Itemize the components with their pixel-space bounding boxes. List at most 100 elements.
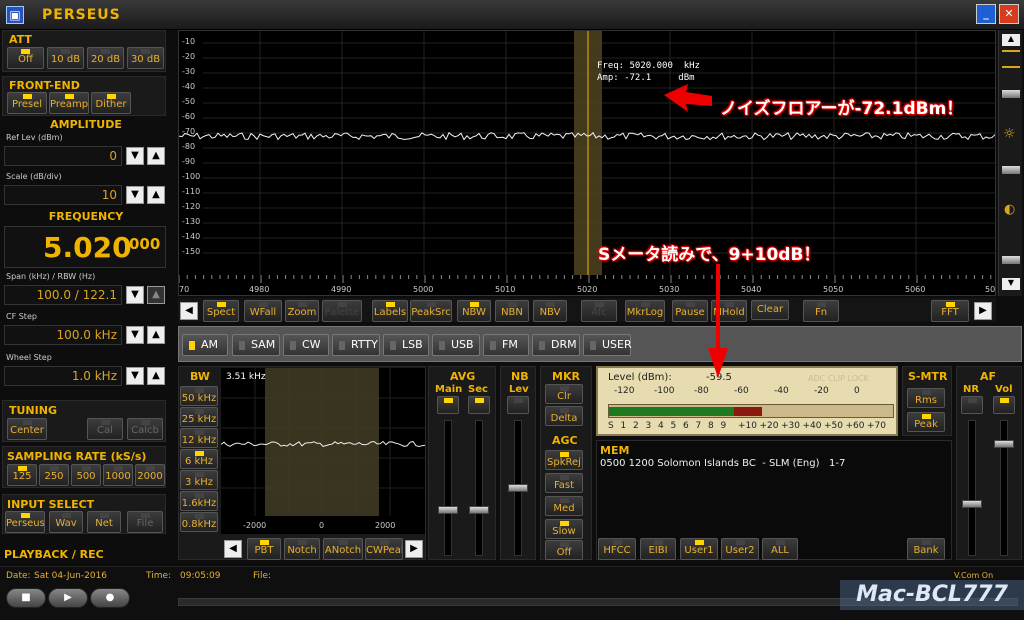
mode-user-button[interactable]: USER: [583, 334, 632, 356]
wfall-button[interactable]: WFall: [244, 300, 282, 322]
sr-500-button[interactable]: 500: [71, 464, 101, 486]
cal-button[interactable]: Cal: [87, 418, 123, 440]
bw-left-button[interactable]: ◀: [224, 540, 242, 558]
close-button[interactable]: ✕: [999, 4, 1019, 24]
ref-level-field[interactable]: 0: [4, 146, 122, 166]
span-down-button[interactable]: ▼: [126, 286, 144, 304]
input-wav-button[interactable]: Wav: [49, 511, 83, 533]
mode-usb-button[interactable]: USB: [432, 334, 480, 356]
vol-slider[interactable]: [994, 440, 1014, 448]
att-10db-button[interactable]: 10 dB: [47, 47, 84, 69]
mode-drm-button[interactable]: DRM: [532, 334, 580, 356]
bw-right-button[interactable]: ▶: [405, 540, 423, 558]
mode-sam-button[interactable]: SAM: [232, 334, 280, 356]
mem-entry[interactable]: 0500 1200 Solomon Islands BC - SLM (Eng)…: [600, 458, 845, 469]
frequency-display[interactable]: 5.020 000: [4, 226, 166, 268]
minimize-button[interactable]: _: [976, 4, 996, 24]
agc-slow-button[interactable]: Slow: [545, 519, 583, 539]
att-30db-button[interactable]: 30 dB: [127, 47, 164, 69]
scale-up-button[interactable]: ▲: [147, 186, 165, 204]
afc-button[interactable]: Afc: [581, 300, 617, 322]
contrast-slider-knob[interactable]: [1002, 90, 1020, 98]
bw-25khz-button[interactable]: 25 kHz: [180, 407, 218, 427]
rms-button[interactable]: Rms: [907, 388, 945, 408]
bw-3khz-button[interactable]: 3 kHz: [180, 470, 218, 490]
avg-sec-toggle[interactable]: [468, 396, 490, 414]
sr-125-button[interactable]: 125: [7, 464, 37, 486]
bw-1-6khz-button[interactable]: 1.6kHz: [180, 491, 218, 511]
eibi-button[interactable]: EIBI: [640, 538, 676, 560]
bw-12khz-button[interactable]: 12 kHz: [180, 428, 218, 448]
center-button[interactable]: Center: [7, 418, 47, 440]
bw-50khz-button[interactable]: 50 kHz: [180, 386, 218, 406]
labels-button[interactable]: Labels: [372, 300, 408, 322]
bright-slider-knob[interactable]: [1002, 50, 1020, 68]
preamp-button[interactable]: Preamp: [49, 92, 89, 114]
user2-button[interactable]: User2: [721, 538, 759, 560]
mkrlog-button[interactable]: MkrLog: [625, 300, 665, 322]
dither-button[interactable]: Dither: [91, 92, 131, 114]
level-slider-knob[interactable]: [1002, 256, 1020, 264]
mode-cw-button[interactable]: CW: [283, 334, 329, 356]
nb-toggle[interactable]: [507, 396, 529, 414]
wheel-step-down-button[interactable]: ▼: [126, 367, 144, 385]
cf-step-up-button[interactable]: ▲: [147, 326, 165, 344]
ref-level-down-button[interactable]: ▼: [126, 147, 144, 165]
span-field[interactable]: 100.0 / 122.1: [4, 285, 122, 305]
avg-main-slider[interactable]: [438, 506, 458, 514]
nbn-button[interactable]: NBN: [495, 300, 529, 322]
spectrum-display[interactable]: -10 -20 -30 -40 -50 -60 -70 -80 -90 -100 -110 -120 -…: [178, 30, 996, 296]
wheel-step-up-button[interactable]: ▲: [147, 367, 165, 385]
cf-step-field[interactable]: 100.0 kHz: [4, 325, 122, 345]
mode-fm-button[interactable]: FM: [483, 334, 529, 356]
mode-lsb-button[interactable]: LSB: [383, 334, 429, 356]
anotch-button[interactable]: ANotch: [323, 538, 363, 560]
nbv-button[interactable]: NBV: [533, 300, 567, 322]
att-off-button[interactable]: Off: [7, 47, 44, 69]
spectrum-left-button[interactable]: ◀: [180, 302, 198, 320]
mode-am-button[interactable]: AM: [182, 334, 228, 356]
bw-6khz-button[interactable]: 6 kHz: [180, 449, 218, 469]
cwpeak-button[interactable]: CWPeak: [365, 538, 403, 560]
record-button[interactable]: ●: [90, 588, 130, 608]
spectrum-right-button[interactable]: ▶: [974, 302, 992, 320]
peaksrc-button[interactable]: PeakSrc: [410, 300, 452, 322]
scroll-down-icon[interactable]: ▼: [1002, 278, 1020, 290]
calcb-button[interactable]: Calcb: [127, 418, 163, 440]
span-up-button[interactable]: ▲: [147, 286, 165, 304]
agc-fast-button[interactable]: Fast: [545, 473, 583, 493]
ref-level-up-button[interactable]: ▲: [147, 147, 165, 165]
agc-spkrej-button[interactable]: SpkRej: [545, 450, 583, 470]
brightness-slider-knob[interactable]: [1002, 166, 1020, 174]
hfcc-button[interactable]: HFCC: [598, 538, 636, 560]
presel-button[interactable]: Presel: [7, 92, 47, 114]
mode-rtty-button[interactable]: RTTY: [332, 334, 380, 356]
all-button[interactable]: ALL: [762, 538, 798, 560]
scale-field[interactable]: 10: [4, 185, 122, 205]
mkr-delta-button[interactable]: Delta: [545, 406, 583, 426]
scale-down-button[interactable]: ▼: [126, 186, 144, 204]
avg-sec-slider[interactable]: [469, 506, 489, 514]
input-file-button[interactable]: File: [127, 511, 163, 533]
mhold-button[interactable]: MHold: [711, 300, 747, 322]
user1-button[interactable]: User1: [680, 538, 718, 560]
play-button[interactable]: ▶: [48, 588, 88, 608]
mkr-clr-button[interactable]: Clr: [545, 384, 583, 404]
fft-button[interactable]: FFT: [931, 300, 969, 322]
bank-button[interactable]: Bank: [907, 538, 945, 560]
nr-slider[interactable]: [962, 500, 982, 508]
pause-button[interactable]: Pause: [672, 300, 708, 322]
app-icon[interactable]: ▣: [6, 6, 24, 24]
sr-2000-button[interactable]: 2000: [135, 464, 165, 486]
avg-main-toggle[interactable]: [437, 396, 459, 414]
notch-button[interactable]: Notch: [284, 538, 320, 560]
input-perseus-button[interactable]: Perseus: [5, 511, 45, 533]
spectrum-graph[interactable]: [179, 31, 995, 295]
sr-1000-button[interactable]: 1000: [103, 464, 133, 486]
agc-off-button[interactable]: Off: [545, 540, 583, 560]
nb-slider[interactable]: [508, 484, 528, 492]
agc-med-button[interactable]: Med: [545, 496, 583, 516]
fn-button[interactable]: Fn: [803, 300, 839, 322]
vol-toggle[interactable]: [993, 396, 1015, 414]
spect-button[interactable]: Spect: [203, 300, 239, 322]
